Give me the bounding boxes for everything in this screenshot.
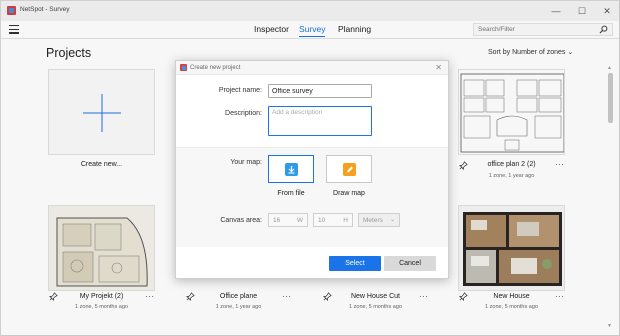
draw-map-option[interactable] <box>326 155 372 183</box>
units-select: Meters ⌄ <box>358 213 400 227</box>
app-window: NetSpot - Survey — ☐ ✕ Inspector Survey … <box>0 0 620 336</box>
project-name-input[interactable] <box>268 84 372 98</box>
select-button[interactable]: Select <box>329 256 381 271</box>
create-project-dialog: Create new project ✕ Project name: Descr… <box>175 60 449 279</box>
description-label: Description: <box>225 110 262 117</box>
canvas-width-input: 16 W <box>268 213 308 227</box>
upload-icon <box>285 163 298 176</box>
dialog-title-bar: Create new project ✕ <box>176 61 448 75</box>
draw-map-label: Draw map <box>333 190 365 197</box>
cancel-button[interactable]: Cancel <box>384 256 436 271</box>
description-input[interactable] <box>268 106 372 136</box>
pencil-icon <box>343 163 356 176</box>
netspot-logo-icon <box>180 64 187 71</box>
from-file-option[interactable] <box>268 155 314 183</box>
chevron-down-icon: ⌄ <box>389 217 395 223</box>
map-section: Your map: From file Draw map Canvas area… <box>176 147 448 247</box>
from-file-label: From file <box>277 190 305 197</box>
dialog-title: Create new project <box>190 64 241 71</box>
close-icon[interactable]: ✕ <box>435 63 442 72</box>
canvas-height-input: 10 H <box>313 213 353 227</box>
project-name-label: Project name: <box>218 87 262 94</box>
canvas-area-label: Canvas area: <box>220 217 262 224</box>
project-details-section: Project name: Description: <box>176 75 448 147</box>
map-label: Your map: <box>230 159 262 166</box>
